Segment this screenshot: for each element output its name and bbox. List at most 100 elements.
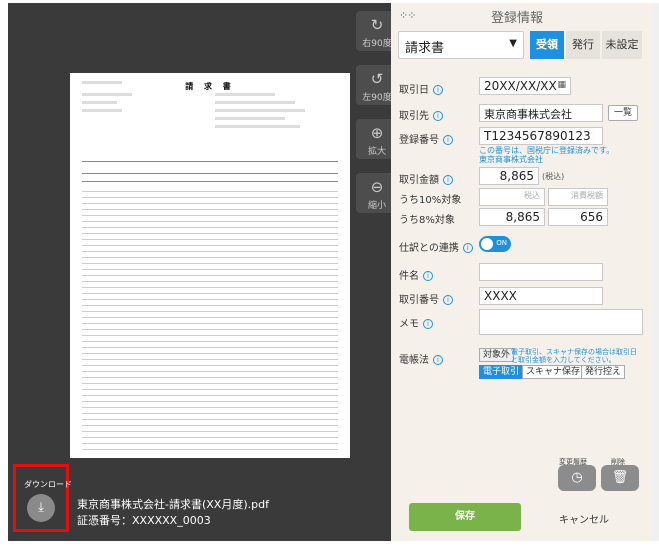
tax8-label: うち8%対象 xyxy=(399,215,455,226)
info-icon[interactable]: i xyxy=(443,295,453,305)
doc-table-line xyxy=(82,269,338,270)
info-icon[interactable]: i xyxy=(433,355,443,365)
doc-table-line xyxy=(82,353,338,354)
doc-table-line xyxy=(82,221,338,222)
reg-note-2: 東京商事株式会社 xyxy=(479,155,543,164)
doc-table-line xyxy=(82,401,338,402)
reg-no-label-text: 登録番号 xyxy=(399,135,439,146)
doc-table-line xyxy=(82,335,338,336)
amount-field[interactable]: 8,865 xyxy=(479,167,539,185)
doc-table-line xyxy=(82,359,338,360)
tab-issued[interactable]: 発行 xyxy=(566,31,600,59)
ebook-type-scan[interactable]: スキャナ保存 xyxy=(522,365,585,379)
doc-table-line xyxy=(82,215,338,216)
doc-table-line xyxy=(82,413,338,414)
download-highlight: ダウンロード ⤓ xyxy=(13,464,72,532)
tab-received[interactable]: 受領 xyxy=(530,31,564,59)
doc-issuer-block xyxy=(215,109,305,112)
history-button[interactable]: ◷ xyxy=(558,465,596,491)
doc-summary-line xyxy=(82,161,338,162)
clock-icon: ◷ xyxy=(571,470,583,485)
partner-label: 取引先 i xyxy=(399,107,443,122)
date-label: 取引日 i xyxy=(399,81,443,96)
journal-link-label: 仕訳との連携 i xyxy=(399,239,473,254)
info-icon[interactable]: i xyxy=(443,135,453,145)
document-preview: 請 求 書 xyxy=(70,73,350,458)
doc-table-line xyxy=(82,191,338,192)
scrollbar-track[interactable] xyxy=(651,3,659,541)
delete-button[interactable]: 🗑 xyxy=(601,465,639,491)
evidence-number: 証憑番号：XXXXXX_0003 xyxy=(77,514,211,527)
doc-table-line xyxy=(82,449,338,450)
memo-label-text: メモ xyxy=(399,319,419,330)
doc-address-block xyxy=(82,93,132,96)
journal-link-toggle[interactable]: ON xyxy=(479,236,511,252)
subject-field[interactable] xyxy=(479,263,603,281)
date-field[interactable]: 20XX/XX/XX ▦ xyxy=(479,77,571,95)
doc-table-line xyxy=(82,305,338,306)
tab-unset[interactable]: 未設定 xyxy=(602,31,642,59)
drag-handle-icon[interactable]: ⁘⁘ xyxy=(399,9,416,22)
reg-no-field[interactable]: T1234567890123 xyxy=(479,127,603,145)
txn-no-label-text: 取引番号 xyxy=(399,295,439,306)
ebook-type-issued-copy[interactable]: 発行控え xyxy=(581,365,626,379)
tax10-tax-field[interactable]: 消費税額 xyxy=(548,188,608,206)
save-button[interactable]: 保存 xyxy=(409,503,521,531)
partner-field[interactable]: 東京商事株式会社 xyxy=(479,104,603,122)
download-button[interactable]: ⤓ xyxy=(27,494,55,522)
doc-type-select[interactable]: 請求書 ▼ xyxy=(398,31,524,59)
ebook-outside-chip[interactable]: 対象外 xyxy=(479,348,515,362)
info-icon[interactable]: i xyxy=(433,111,443,121)
calendar-icon[interactable]: ▦ xyxy=(557,80,566,90)
tax8-incl-field[interactable]: 8,865 xyxy=(479,208,545,226)
doc-table-line xyxy=(82,419,338,420)
toggle-label: ON xyxy=(496,239,507,247)
partner-list-button[interactable]: 一覧 xyxy=(608,105,638,121)
rotate-left-label: 左90度 xyxy=(362,93,392,103)
zoom-out-label: 縮小 xyxy=(367,201,386,211)
rotate-right-label: 右90度 xyxy=(362,39,392,49)
txn-no-field[interactable]: XXXX xyxy=(479,287,603,305)
cancel-button[interactable]: キャンセル xyxy=(559,511,609,526)
doc-table-line xyxy=(82,443,338,444)
doc-issuer-block xyxy=(215,93,275,96)
doc-table-line xyxy=(82,197,338,198)
doc-table-line xyxy=(82,227,338,228)
doc-summary-line xyxy=(82,173,338,174)
chevron-down-icon: ▼ xyxy=(509,38,517,49)
doc-table-line xyxy=(82,245,338,246)
download-label: ダウンロード xyxy=(24,480,72,489)
info-icon[interactable]: i xyxy=(443,175,453,185)
doc-table-line xyxy=(82,263,338,264)
partner-label-text: 取引先 xyxy=(399,111,429,122)
doc-issuer-block xyxy=(215,117,285,120)
memo-label: メモ i xyxy=(399,315,433,330)
doc-address-block xyxy=(82,101,117,104)
ebook-type-electronic[interactable]: 電子取引 xyxy=(479,365,524,379)
doc-table-line xyxy=(82,341,338,342)
info-icon[interactable]: i xyxy=(462,243,473,253)
journal-link-label-text: 仕訳との連携 xyxy=(399,243,459,254)
file-name: 東京商事株式会社-請求書(XX月度).pdf xyxy=(77,498,269,511)
doc-table-line xyxy=(82,209,338,210)
doc-type-value: 請求書 xyxy=(405,41,445,56)
reg-no-label: 登録番号 i xyxy=(399,131,453,146)
doc-table-line xyxy=(82,371,338,372)
toggle-knob xyxy=(481,238,493,250)
memo-field[interactable] xyxy=(479,309,643,335)
doc-table-line xyxy=(82,275,338,276)
date-value: 20XX/XX/XX xyxy=(484,79,557,93)
doc-table-line xyxy=(82,407,338,408)
ebook-note-2: と取引金額を入力してください。 xyxy=(511,356,616,364)
tax10-incl-field[interactable]: 税込 xyxy=(479,188,545,206)
doc-table-header-line xyxy=(82,181,338,182)
info-icon[interactable]: i xyxy=(433,85,443,95)
info-icon[interactable]: i xyxy=(423,271,433,281)
tax8-tax-field[interactable]: 656 xyxy=(548,208,608,226)
doc-table-line xyxy=(82,287,338,288)
doc-table-line xyxy=(82,347,338,348)
info-icon[interactable]: i xyxy=(423,319,433,329)
trash-icon: 🗑 xyxy=(611,470,629,485)
panel-title: 登録情報 xyxy=(491,11,544,26)
doc-table-line xyxy=(82,431,338,432)
